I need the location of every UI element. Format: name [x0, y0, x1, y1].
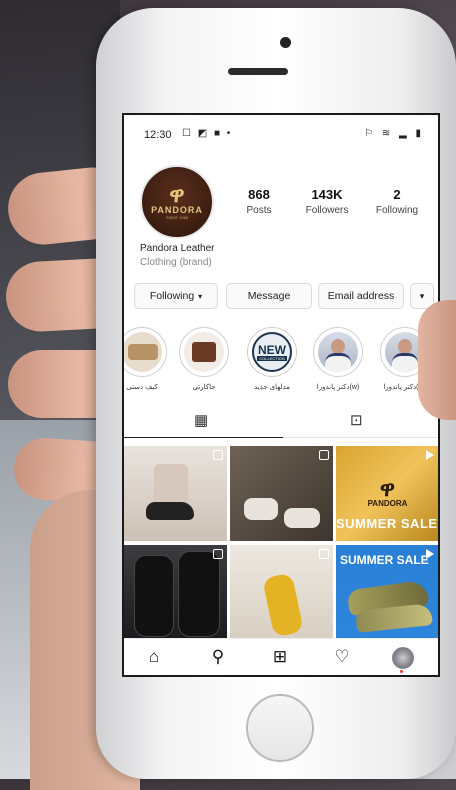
profile-name: Pandora Leather	[140, 243, 215, 254]
stat-posts[interactable]: 868 Posts	[224, 187, 294, 216]
notification-dot	[400, 670, 403, 673]
new-badge-text: NEW	[258, 342, 286, 357]
profile-avatar-icon[interactable]	[392, 647, 414, 669]
add-icon[interactable]: ⊞	[268, 647, 292, 667]
front-camera	[280, 37, 291, 48]
phone-screen: 12:30 ☐ ◩ ■ • ⚐ ≋ ▂ ▮ ዋ PANDORA SINCE 19…	[122, 113, 440, 677]
post-thumbnail[interactable]	[230, 545, 333, 640]
stat-label: Following	[375, 205, 419, 216]
sale-banner: SUMMER SALE	[336, 516, 438, 531]
status-time: 12:30	[144, 129, 172, 141]
sale-banner: SUMMER SALE	[340, 553, 429, 567]
stat-value: 2	[393, 187, 401, 202]
grid-icon[interactable]: ▦	[194, 411, 208, 429]
multi-post-icon	[213, 450, 223, 460]
notification-icons: ☐ ◩ ■ •	[182, 128, 233, 139]
highlight-caption: مدلهای جدید	[254, 384, 290, 391]
earpiece-speaker	[228, 68, 288, 75]
reel-icon	[426, 549, 434, 559]
multi-post-icon	[213, 549, 223, 559]
profile-avatar[interactable]: ዋ PANDORA SINCE 1988	[140, 165, 214, 239]
tagged-icon[interactable]: ⊡	[350, 411, 363, 429]
highlight-item[interactable]: دکتر پاندورا(w)	[312, 327, 364, 391]
highlight-caption: کیف دستی	[126, 384, 158, 391]
system-icons: ⚐ ≋ ▂ ▮	[364, 128, 424, 139]
bottom-navigation: ⌂ ⚲ ⊞ ♡	[124, 638, 438, 675]
post-thumbnail[interactable]: ዋ PANDORA SUMMER SALE	[336, 446, 438, 541]
logo-brand: PANDORA	[151, 204, 203, 215]
chevron-down-icon: ▾	[198, 291, 203, 301]
search-icon[interactable]: ⚲	[206, 647, 230, 667]
thumb	[418, 300, 456, 420]
profile-tabs: ▦ ⊡	[124, 407, 438, 438]
post-thumbnail[interactable]	[124, 446, 227, 541]
stat-followers[interactable]: 143K Followers	[292, 187, 362, 216]
logo-since: SINCE 1988	[165, 214, 189, 220]
message-button[interactable]: Message	[226, 283, 312, 309]
highlight-caption: جاکارتی	[192, 384, 216, 391]
profile-category: Clothing (brand)	[140, 257, 212, 268]
post-thumbnail[interactable]: SUMMER SALE	[336, 545, 438, 640]
stat-value: 868	[248, 187, 270, 202]
post-thumbnail[interactable]	[124, 545, 227, 640]
highlight-item[interactable]: جاکارتی	[178, 327, 230, 391]
multi-post-icon	[319, 450, 329, 460]
heart-icon[interactable]: ♡	[330, 647, 354, 667]
post-grid: ዋ PANDORA SUMMER SALE SUMMER SALE	[124, 446, 438, 640]
collection-badge-text: COLLECTION	[257, 355, 287, 361]
stat-label: Posts	[246, 205, 272, 216]
highlight-caption: دکتر پاندورا(w)	[316, 384, 360, 391]
following-button[interactable]: Following ▾	[134, 283, 218, 309]
reel-icon	[426, 450, 434, 460]
post-thumbnail[interactable]	[230, 446, 333, 541]
logo-mark: ዋ	[169, 181, 185, 208]
highlight-thumbnail	[124, 332, 162, 372]
status-bar: 12:30 ☐ ◩ ■ • ⚐ ≋ ▂ ▮	[124, 115, 438, 149]
stat-value: 143K	[311, 187, 343, 202]
home-button[interactable]	[246, 694, 314, 762]
highlight-thumbnail: NEW COLLECTION	[252, 332, 292, 372]
home-icon[interactable]: ⌂	[142, 647, 166, 667]
highlight-item[interactable]: NEW COLLECTION مدلهای جدید	[246, 327, 298, 391]
following-label: Following	[149, 290, 195, 302]
multi-post-icon	[319, 549, 329, 559]
highlight-item[interactable]: کیف دستی	[124, 327, 168, 391]
highlight-thumbnail	[184, 332, 224, 372]
highlight-thumbnail	[318, 332, 358, 372]
logo-mark: ዋ	[379, 476, 396, 502]
chevron-down-icon: ▾	[419, 290, 425, 301]
stat-label: Followers	[305, 205, 349, 216]
profile-actions: Following ▾ Message Email address ▾	[134, 283, 434, 309]
logo-brand: PANDORA	[367, 499, 408, 508]
active-tab-indicator	[124, 437, 283, 438]
email-button[interactable]: Email address	[318, 283, 404, 309]
stat-following[interactable]: 2 Following	[362, 187, 432, 216]
